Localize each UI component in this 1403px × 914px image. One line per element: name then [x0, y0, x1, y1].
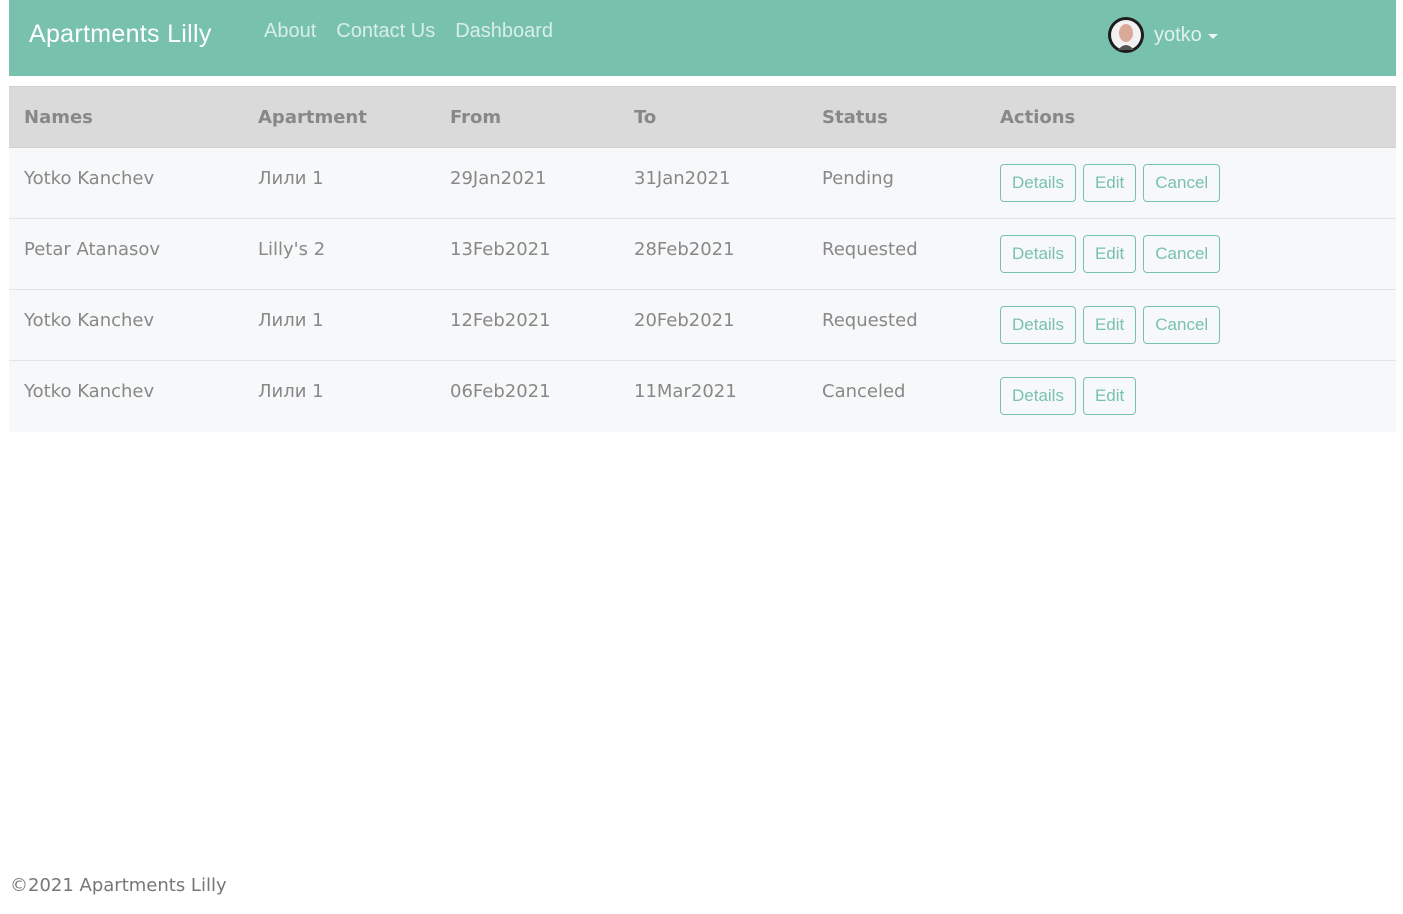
- cell-name: Yotko Kanchev: [24, 381, 155, 403]
- cell-from: 12Feb2021: [450, 310, 551, 331]
- header-to: To: [619, 86, 807, 148]
- table-row: Petar Atanasov Lilly's 2 13Feb2021 28Feb…: [9, 218, 1396, 290]
- footer-copyright: ©2021 Apartments Lilly: [10, 875, 227, 896]
- cell-status: Canceled: [822, 381, 906, 403]
- nav-link-contact-us[interactable]: Contact Us: [336, 20, 435, 43]
- nav-links: About Contact Us Dashboard: [264, 20, 553, 43]
- header-apartment: Apartment: [243, 86, 435, 148]
- cell-apartment: Лили 1: [258, 310, 324, 331]
- cancel-button[interactable]: Cancel: [1143, 306, 1221, 344]
- cell-to: 31Jan2021: [634, 168, 731, 189]
- cell-status: Pending: [822, 168, 894, 189]
- header-actions: Actions: [985, 86, 1396, 148]
- details-button[interactable]: Details: [1000, 164, 1076, 202]
- username-label: yotko: [1154, 23, 1202, 46]
- avatar: [1108, 17, 1144, 53]
- edit-button[interactable]: Edit: [1082, 164, 1137, 202]
- cell-status: Requested: [822, 310, 918, 331]
- cell-name: Yotko Kanchev: [24, 168, 155, 189]
- nav-link-about[interactable]: About: [264, 20, 316, 43]
- cell-from: 06Feb2021: [450, 381, 551, 403]
- cancel-button[interactable]: Cancel: [1143, 235, 1221, 273]
- cell-actions: Details Edit Cancel: [985, 219, 1396, 290]
- user-menu-dropdown[interactable]: yotko: [1108, 17, 1218, 53]
- cell-to: 28Feb2021: [634, 239, 735, 260]
- cell-actions: Details Edit Cancel: [985, 290, 1396, 361]
- cell-apartment: Лили 1: [258, 168, 324, 189]
- nav-link-dashboard[interactable]: Dashboard: [455, 20, 553, 43]
- table-row: Yotko Kanchev Лили 1 29Jan2021 31Jan2021…: [9, 147, 1396, 219]
- cancel-button[interactable]: Cancel: [1143, 164, 1221, 202]
- cell-name: Petar Atanasov: [24, 239, 161, 260]
- details-button[interactable]: Details: [1000, 235, 1076, 273]
- table-header-row: Names Apartment From To Status Actions: [9, 86, 1396, 148]
- cell-apartment: Лили 1: [258, 381, 324, 403]
- brand-link[interactable]: Apartments Lilly: [29, 20, 212, 49]
- caret-down-icon: [1207, 33, 1218, 39]
- edit-button[interactable]: Edit: [1082, 306, 1137, 344]
- details-button[interactable]: Details: [1000, 377, 1076, 416]
- user-avatar-icon: [1111, 20, 1141, 50]
- cell-to: 20Feb2021: [634, 310, 735, 331]
- cell-name: Yotko Kanchev: [24, 310, 155, 331]
- cell-status: Requested: [822, 239, 918, 260]
- cell-from: 13Feb2021: [450, 239, 551, 260]
- cell-from: 29Jan2021: [450, 168, 547, 189]
- cell-actions: Details Edit Cancel: [985, 148, 1396, 219]
- cell-apartment: Lilly's 2: [258, 239, 326, 260]
- navbar: Apartments Lilly About Contact Us Dashbo…: [9, 0, 1396, 76]
- header-from: From: [435, 86, 619, 148]
- table-row: Yotko Kanchev Лили 1 12Feb2021 20Feb2021…: [9, 289, 1396, 361]
- cell-actions: Details Edit: [985, 361, 1396, 432]
- reservations-table: Names Apartment From To Status Actions Y…: [9, 86, 1396, 432]
- edit-button[interactable]: Edit: [1082, 235, 1137, 273]
- reservations-table-container: Names Apartment From To Status Actions Y…: [9, 86, 1396, 432]
- cell-to: 11Mar2021: [634, 381, 737, 403]
- edit-button[interactable]: Edit: [1082, 377, 1137, 416]
- header-names: Names: [9, 86, 243, 148]
- details-button[interactable]: Details: [1000, 306, 1076, 344]
- header-status: Status: [807, 86, 985, 148]
- table-row: Yotko Kanchev Лили 1 06Feb2021 11Mar2021…: [9, 360, 1396, 432]
